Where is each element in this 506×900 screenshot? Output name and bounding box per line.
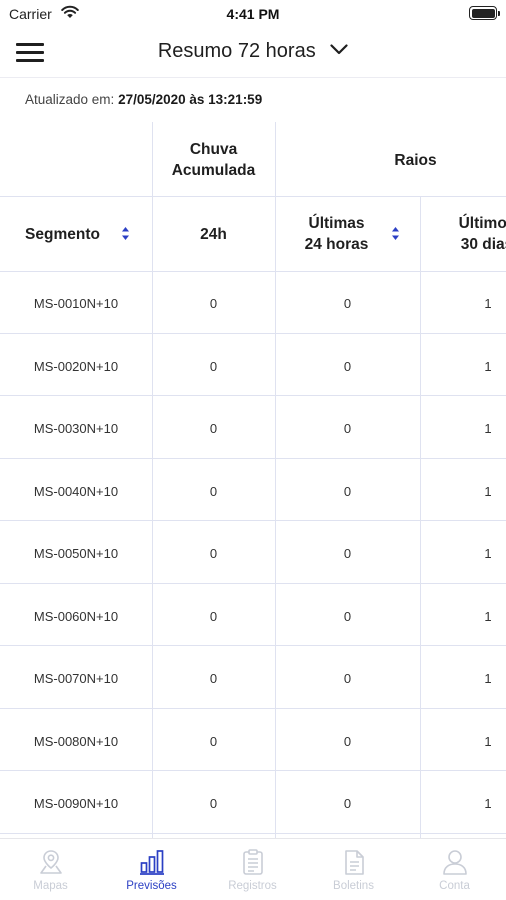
tab-label: Conta bbox=[439, 880, 470, 892]
table-row[interactable]: MS-0070N+10 0 0 1 bbox=[0, 646, 506, 709]
document-icon bbox=[345, 850, 364, 875]
cell-segment: MS-0070N+10 bbox=[33, 671, 119, 686]
cell-last-30d: 1 bbox=[484, 421, 492, 436]
tab-label: Boletins bbox=[333, 880, 374, 892]
grid-line bbox=[0, 196, 506, 197]
cell-segment: MS-0080N+10 bbox=[33, 733, 119, 749]
grid-line bbox=[0, 832, 506, 834]
cell-segment: MS-0090N+10 bbox=[33, 796, 119, 811]
user-icon bbox=[443, 850, 467, 875]
last-updated: Atualizado em: 27/05/2020 às 13:21:59 bbox=[25, 92, 262, 107]
cell-last-30d: 1 bbox=[484, 608, 492, 624]
tab-mapas[interactable]: Mapas bbox=[0, 839, 101, 900]
cell-last-30d: 1 bbox=[484, 671, 492, 686]
cell-rain-24h: 0 bbox=[209, 358, 218, 374]
tab-label: Mapas bbox=[33, 880, 68, 892]
cell-last-30d: 1 bbox=[484, 296, 492, 311]
cell-last-24h: 0 bbox=[343, 546, 352, 561]
report-selector[interactable]: Resumo 72 horas bbox=[0, 40, 506, 63]
clipboard-icon bbox=[243, 849, 263, 875]
cell-rain-24h: 0 bbox=[209, 733, 218, 749]
cell-rain-24h: 0 bbox=[209, 483, 218, 499]
cell-rain-24h: 0 bbox=[209, 296, 218, 311]
cell-rain-24h: 0 bbox=[209, 671, 218, 686]
tab-label: Registros bbox=[228, 880, 277, 892]
chevron-down-icon bbox=[330, 42, 348, 60]
header-rain-24h: 24h bbox=[200, 226, 227, 243]
sort-icon[interactable] bbox=[121, 225, 130, 247]
clock: 4:41 PM bbox=[226, 6, 280, 22]
table-row[interactable]: MS-0090N+10 0 0 1 bbox=[0, 771, 506, 834]
header-lightning-group: Raios bbox=[394, 152, 437, 169]
cell-rain-24h: 0 bbox=[209, 608, 218, 624]
cell-rain-24h: 0 bbox=[209, 796, 218, 811]
table-row[interactable]: MS-0030N+10 0 0 1 bbox=[0, 396, 506, 459]
table-row[interactable]: MS-0020N+10 0 0 1 bbox=[0, 334, 506, 396]
table-row[interactable]: MS-0080N+10 0 0 1 bbox=[0, 709, 506, 771]
cell-rain-24h: 0 bbox=[209, 546, 218, 561]
battery-icon bbox=[469, 6, 500, 20]
table-row[interactable]: MS-0060N+10 0 0 1 bbox=[0, 584, 506, 646]
summary-table[interactable]: Chuva Acumulada Raios Segmento 24h Últim… bbox=[0, 122, 506, 838]
cell-segment: MS-0030N+10 bbox=[33, 421, 119, 436]
cell-segment: MS-0020N+10 bbox=[33, 358, 119, 374]
cell-last-30d: 1 bbox=[484, 483, 492, 499]
cell-last-24h: 0 bbox=[343, 671, 352, 686]
cell-last-30d: 1 bbox=[484, 546, 492, 561]
tab-bar: Mapas Previsões Registros Boletins Conta bbox=[0, 838, 506, 900]
cell-segment: MS-0010N+10 bbox=[33, 296, 119, 311]
nav-bar: Resumo 72 horas bbox=[0, 28, 506, 78]
cell-last-30d: 1 bbox=[484, 358, 492, 374]
cell-last-24h: 0 bbox=[343, 608, 352, 624]
cell-last-24h: 0 bbox=[343, 796, 352, 811]
header-rain-group: Chuva Acumulada bbox=[171, 141, 256, 179]
sort-icon[interactable] bbox=[391, 225, 400, 247]
cell-segment: MS-0040N+10 bbox=[33, 483, 119, 499]
last-updated-value: 27/05/2020 às 13:21:59 bbox=[118, 92, 263, 107]
cell-segment: MS-0050N+10 bbox=[33, 546, 119, 561]
cell-last-30d: 1 bbox=[484, 733, 492, 749]
last-updated-label: Atualizado em: bbox=[25, 92, 115, 107]
cell-last-30d: 1 bbox=[484, 796, 492, 811]
cell-segment: MS-0060N+10 bbox=[33, 608, 119, 624]
cell-rain-24h: 0 bbox=[209, 421, 218, 436]
page-title: Resumo 72 horas bbox=[157, 40, 316, 62]
header-segment[interactable]: Segmento bbox=[0, 224, 125, 245]
map-pin-icon bbox=[40, 850, 62, 874]
header-last-30d: Últimos 30 dias bbox=[458, 215, 506, 253]
cell-last-24h: 0 bbox=[343, 296, 352, 311]
cell-last-24h: 0 bbox=[343, 733, 352, 749]
tab-conta[interactable]: Conta bbox=[404, 839, 505, 900]
table-row[interactable]: MS-0050N+10 0 0 1 bbox=[0, 521, 506, 584]
status-bar: Carrier 4:41 PM bbox=[0, 0, 506, 28]
cell-last-24h: 0 bbox=[343, 421, 352, 436]
table-row[interactable]: MS-0010N+10 0 0 1 bbox=[0, 271, 506, 334]
tab-label: Previsões bbox=[126, 880, 177, 892]
cell-last-24h: 0 bbox=[343, 358, 352, 374]
tab-boletins[interactable]: Boletins bbox=[303, 839, 404, 900]
bar-chart-icon bbox=[140, 850, 164, 875]
tab-registros[interactable]: Registros bbox=[202, 839, 303, 900]
tab-previsoes[interactable]: Previsões bbox=[101, 839, 202, 900]
header-last-24h[interactable]: Últimas 24 horas bbox=[285, 213, 388, 255]
table-row[interactable]: MS-0040N+10 0 0 1 bbox=[0, 459, 506, 521]
cell-last-24h: 0 bbox=[343, 483, 352, 499]
